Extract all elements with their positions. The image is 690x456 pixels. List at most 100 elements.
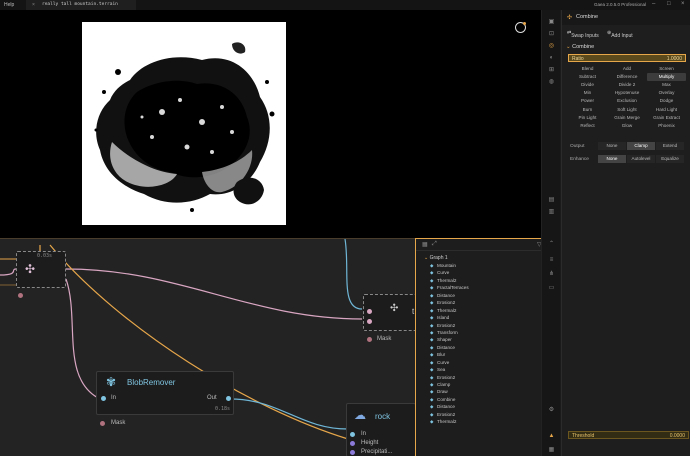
node-list-item[interactable]: ◆ Erosion2 [424,300,544,307]
node-list-item[interactable]: ◆ Shaper [424,337,544,344]
console-icon[interactable]: ▦ [547,446,556,455]
node-list-item[interactable]: ◆ Curve [424,270,544,277]
node-list-label: Clamp [437,382,451,387]
blobremover-node[interactable]: ✾ BlobRemover In Out 0.18s [96,371,234,415]
collapse-icon[interactable]: ⌃ [547,240,556,249]
node-list-item[interactable]: ◆ Transform [424,330,544,337]
rock-height-port[interactable] [350,441,355,446]
node-list-item[interactable]: ◆ Combine [424,397,544,404]
rock-in-port[interactable] [350,432,355,437]
node-list-item[interactable]: ◆ Mountain [424,263,544,270]
enhance-label: Enhance [570,157,589,162]
blend-mode-option[interactable]: Exclusion [608,97,647,105]
blend-mode-option[interactable]: Soft Light [608,106,647,114]
blend-mode-option[interactable]: Power [568,97,607,105]
blob-in-port[interactable] [101,396,106,401]
enhance-none-option[interactable]: None [598,155,626,163]
node-list-item[interactable]: ◆ Curve [424,360,544,367]
blob-mask-port[interactable] [100,421,105,426]
blend-mode-option[interactable]: Multiply [647,73,686,81]
blend-mode-option[interactable]: Blend [568,65,607,73]
partial-mask-port[interactable] [367,337,372,342]
combine-node[interactable]: 0.03s ✣ [16,251,66,288]
blend-mode-option[interactable]: Phoenix [647,122,686,130]
close-tab-icon[interactable]: × [32,2,35,8]
rock-precip-port[interactable] [350,450,355,455]
node-list-item[interactable]: ◆ Thermal2 [424,278,544,285]
blend-mode-option[interactable]: Divide 2 [608,81,647,89]
enhance-autolevel-option[interactable]: Autolevel [627,155,655,163]
blend-mode-option[interactable]: Min [568,89,607,97]
blend-mode-option[interactable]: Difference [608,73,647,81]
settings-icon[interactable]: ⚙ [547,406,556,415]
node-list-item[interactable]: ◆ Sea [424,367,544,374]
blend-mode-option[interactable]: Glow [608,122,647,130]
enhance-equalize-option[interactable]: Equalize [656,155,684,163]
shading-icon[interactable]: ◐ [547,54,556,63]
wireframe-icon[interactable]: ⊡ [547,30,556,39]
threshold-slider[interactable]: Threshold 0.0000 [568,431,689,439]
partial-in-port-1[interactable] [367,309,372,314]
node-list-item[interactable]: ◆ Distance [424,345,544,352]
node-list-item[interactable]: ◆ Erosion2 [424,323,544,330]
tree-icon[interactable]: ⋔ [547,270,556,279]
maximize-icon[interactable]: □ [667,1,671,7]
light-icon[interactable]: ◎ [547,42,556,51]
blend-mode-option[interactable]: Burn [568,106,607,114]
node-list-item[interactable]: ◆ Erosion2 [424,375,544,382]
build-icon[interactable]: ▲ [547,432,556,441]
tree-root[interactable]: ⌄ Graph 1 [424,255,544,263]
expand-icon[interactable]: ⤢ [432,241,437,248]
grid-icon[interactable]: ▦ [422,241,428,248]
blend-mode-option[interactable]: Max [647,81,686,89]
add-input-button[interactable]: ⊕ Add Input [607,30,633,39]
minimize-icon[interactable]: – [652,1,655,7]
blend-mode-option[interactable]: Dodge [647,97,686,105]
node-list-item[interactable]: ◆ Erosion2 [424,412,544,419]
blend-mode-option[interactable]: Pin Light [568,114,607,122]
lighting-orb-icon[interactable] [515,22,526,33]
blend-mode-option[interactable]: Subtract [568,73,607,81]
panel-icon[interactable]: ▭ [547,284,556,293]
blob-out-port[interactable] [226,396,231,401]
partial-node[interactable]: ✣ t [363,294,423,331]
node-list-item[interactable]: ◆ Thermal2 [424,308,544,315]
export-icon[interactable]: ▤ [547,196,556,205]
thermal-icon: ◆ [430,277,434,283]
node-list-item[interactable]: ◆ Clamp [424,382,544,389]
layout-icon[interactable]: ▥ [547,208,556,217]
node-list-item[interactable]: ◆ Distance [424,293,544,300]
file-tab[interactable]: × really tall mountain.terrain [26,0,136,10]
help-menu[interactable]: Help [4,2,14,8]
blend-mode-option[interactable]: Hypotenuse [608,89,647,97]
window-close-icon[interactable]: × [681,1,685,7]
blend-mode-option[interactable]: Reflect [568,122,607,130]
output-clamp-option[interactable]: Clamp [627,142,655,150]
blend-mode-option[interactable]: Hard Light [647,106,686,114]
grid-toggle-icon[interactable]: ⊞ [547,66,556,75]
blend-mode-option[interactable]: Grain Merge [608,114,647,122]
blend-mode-option[interactable]: Divide [568,81,607,89]
node-list-item[interactable]: ◆ Blur [424,352,544,359]
output-none-option[interactable]: None [598,142,626,150]
combine-mask-port[interactable] [18,293,23,298]
blend-mode-option[interactable]: Overlay [647,89,686,97]
blend-mode-option[interactable]: Grain Extract [647,114,686,122]
ratio-slider[interactable]: Ratio 1.0000 [568,54,686,62]
snapshot-icon[interactable]: ◍ [547,78,556,87]
partial-in-port-2[interactable] [367,319,372,324]
3d-viewport[interactable] [0,10,541,238]
camera-icon[interactable]: ▣ [547,18,556,27]
swap-inputs-button[interactable]: ⇄ Swap Inputs [567,30,599,39]
output-extend-option[interactable]: Extend [656,142,684,150]
node-list-item[interactable]: ◆ Distance [424,404,544,411]
node-list-item[interactable]: ◆ Island [424,315,544,322]
node-list-item[interactable]: ◆ Draw [424,389,544,396]
blend-mode-option[interactable]: Screen [647,65,686,73]
node-list-item[interactable]: ◆ FractalTerraces [424,285,544,292]
blend-mode-option[interactable]: Add [608,65,647,73]
rock-node[interactable]: ☁ rock In Height Precipitati... [346,403,416,456]
node-list-item[interactable]: ◆ Thermal2 [424,419,544,426]
section-header[interactable]: ⌄ Combine [566,44,594,50]
list-icon[interactable]: ≡ [547,256,556,265]
